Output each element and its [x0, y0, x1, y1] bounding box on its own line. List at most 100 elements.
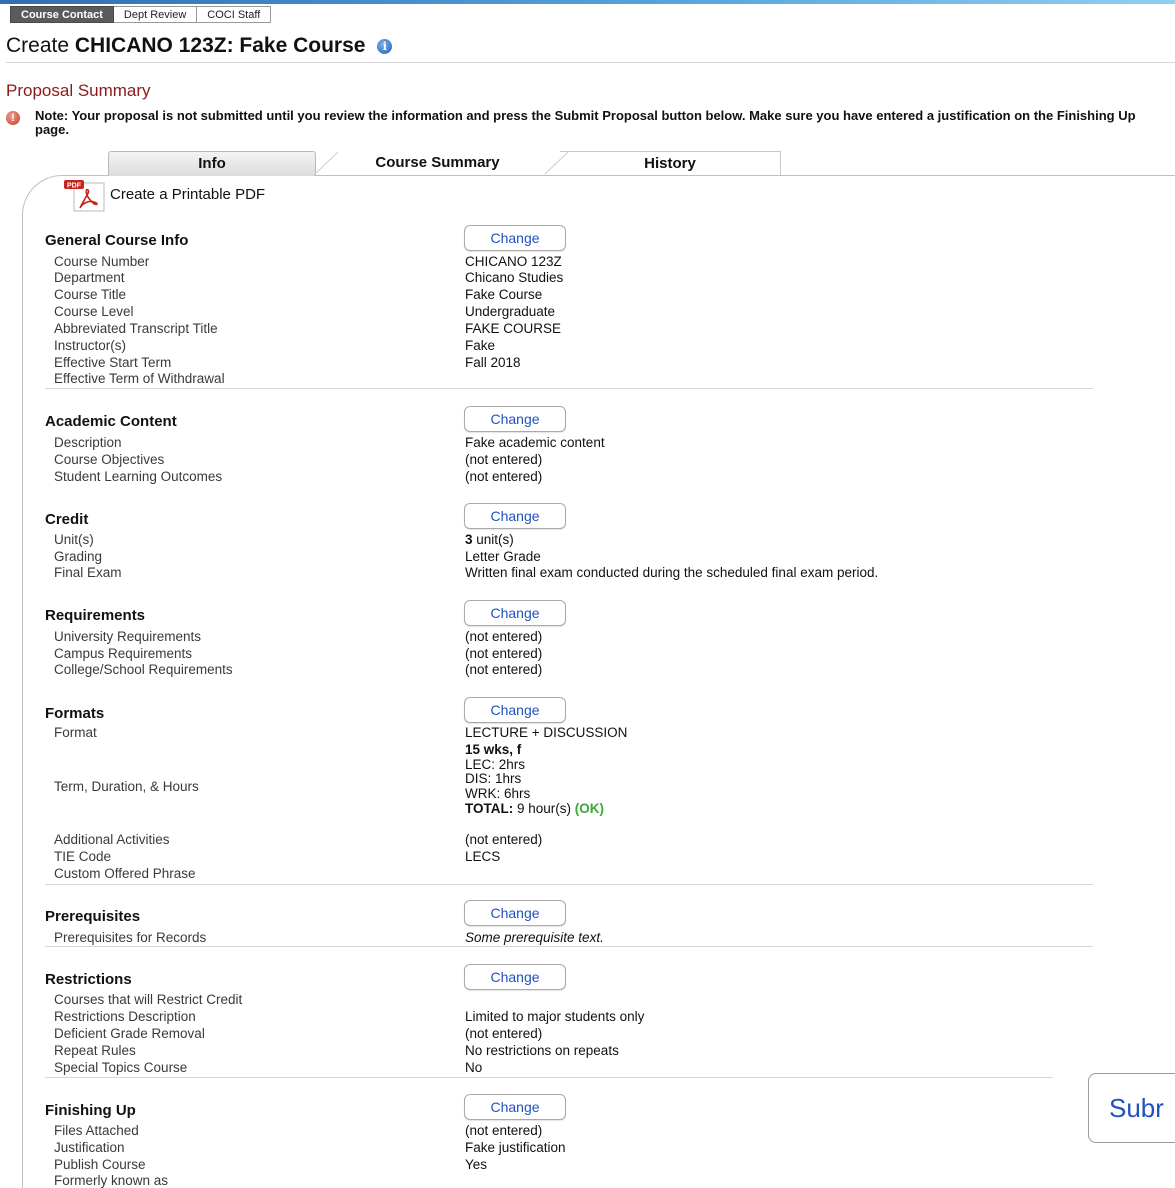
justification-value: Fake justification [465, 1140, 566, 1155]
role-tabs: Course Contact Dept Review COCI Staff [10, 6, 272, 23]
discussion-hours-value: DIS: 1hrs [465, 771, 522, 786]
repeat-rules-value: No restrictions on repeats [465, 1043, 619, 1058]
final-exam-value: Written final exam conducted during the … [465, 565, 879, 580]
tie-code-value: LECS [465, 849, 501, 864]
outcomes-value: (not entered) [465, 469, 543, 484]
section-divider [45, 884, 1093, 885]
college-req-value: (not entered) [465, 662, 543, 677]
field-label: Term, Duration, & Hours [54, 779, 199, 794]
field-label: Special Topics Course [54, 1060, 188, 1075]
change-finishing-button[interactable]: Change [464, 1094, 566, 1120]
total-hours-value: TOTAL: 9 hour(s) (OK) [465, 801, 605, 816]
academic-content-heading: Academic Content [45, 413, 177, 430]
requirements-heading: Requirements [45, 607, 146, 624]
work-hours-value: WRK: 6hrs [465, 786, 531, 801]
field-label: Campus Requirements [54, 646, 193, 661]
title-divider [6, 62, 1175, 63]
alert-circle-icon: ! [6, 111, 20, 125]
field-label: Student Learning Outcomes [54, 469, 223, 484]
change-restrictions-button[interactable]: Change [464, 964, 566, 990]
files-attached-value: (not entered) [465, 1123, 543, 1138]
prerequisites-heading: Prerequisites [45, 908, 141, 925]
field-label: TIE Code [54, 849, 112, 864]
restrictions-heading: Restrictions [45, 971, 132, 988]
section-divider [45, 1077, 1053, 1078]
change-requirements-button[interactable]: Change [464, 600, 566, 626]
field-label: College/School Requirements [54, 662, 233, 677]
change-academic-button[interactable]: Change [464, 406, 566, 432]
field-label: Course Level [54, 304, 134, 319]
change-credit-button[interactable]: Change [464, 503, 566, 529]
description-value: Fake academic content [465, 435, 605, 450]
field-label: Description [54, 435, 122, 450]
field-label: Repeat Rules [54, 1043, 136, 1058]
field-label: Publish Course [54, 1157, 146, 1172]
format-value: LECTURE + DISCUSSION [465, 725, 628, 740]
transcript-title-value: FAKE COURSE [465, 321, 562, 336]
top-accent-bar [0, 0, 1175, 4]
course-number-value: CHICANO 123Z [465, 254, 562, 269]
field-label: University Requirements [54, 629, 202, 644]
page-title-course: CHICANO 123Z: Fake Course [74, 34, 366, 57]
field-label: Abbreviated Transcript Title [54, 321, 218, 336]
instructor-value: Fake [465, 338, 496, 353]
info-circle-icon[interactable]: i [377, 39, 393, 54]
change-general-button[interactable]: Change [464, 225, 566, 251]
units-value: 3 unit(s) [465, 532, 514, 547]
lecture-hours-value: LEC: 2hrs [465, 757, 526, 772]
formats-heading: Formats [45, 705, 105, 722]
printable-pdf-link[interactable]: Create a Printable PDF [110, 186, 265, 203]
field-label: Final Exam [54, 565, 122, 580]
field-label: Custom Offered Phrase [54, 866, 196, 881]
svg-text:PDF: PDF [67, 183, 82, 190]
tab-history[interactable]: History [560, 151, 781, 176]
grade-removal-value: (not entered) [465, 1026, 543, 1041]
pdf-icon[interactable]: PDF [64, 180, 108, 212]
section-divider [45, 388, 1093, 389]
field-label: Files Attached [54, 1123, 139, 1138]
start-term-value: Fall 2018 [465, 355, 521, 370]
field-label: Instructor(s) [54, 338, 127, 353]
credit-heading: Credit [45, 511, 89, 528]
field-label: Department [54, 270, 125, 285]
section-divider [45, 946, 1093, 947]
page-title: Create CHICANO 123Z: Fake Course i [6, 34, 393, 58]
field-label: Grading [54, 549, 103, 564]
field-label: Courses that will Restrict Credit [54, 992, 243, 1007]
field-label: Restrictions Description [54, 1009, 196, 1024]
submission-note: Note: Your proposal is not submitted unt… [35, 108, 1136, 137]
publish-course-value: Yes [465, 1157, 488, 1172]
field-label: Justification [54, 1140, 125, 1155]
field-label: Course Number [54, 254, 150, 269]
campus-req-value: (not entered) [465, 646, 543, 661]
department-value: Chicano Studies [465, 270, 564, 285]
role-tab-coci-staff[interactable]: COCI Staff [197, 6, 272, 23]
field-label: Additional Activities [54, 832, 170, 847]
field-label: Course Title [54, 287, 127, 302]
field-label: Effective Start Term [54, 355, 172, 370]
special-topics-value: No [465, 1060, 483, 1075]
page-title-prefix: Create [6, 34, 70, 57]
tab-info[interactable]: Info [108, 151, 316, 176]
change-formats-button[interactable]: Change [464, 697, 566, 723]
change-prerequisites-button[interactable]: Change [464, 900, 566, 926]
field-label: Deficient Grade Removal [54, 1026, 205, 1041]
proposal-summary-heading: Proposal Summary [6, 81, 151, 100]
university-req-value: (not entered) [465, 629, 543, 644]
term-duration-value: 15 wks, f [465, 742, 522, 757]
role-tab-dept-review[interactable]: Dept Review [113, 6, 198, 23]
additional-activities-value: (not entered) [465, 832, 543, 847]
course-level-value: Undergraduate [465, 304, 556, 319]
grading-value: Letter Grade [465, 549, 541, 564]
field-label: Prerequisites for Records [54, 930, 207, 945]
general-course-info-heading: General Course Info [45, 232, 189, 249]
field-label: Course Objectives [54, 452, 165, 467]
field-label: Unit(s) [54, 532, 94, 547]
field-label: Formerly known as [54, 1173, 169, 1188]
role-tab-course-contact[interactable]: Course Contact [10, 6, 114, 23]
field-label: Format [54, 725, 97, 740]
restrictions-description-value: Limited to major students only [465, 1009, 645, 1024]
tab-course-summary[interactable]: Course Summary [325, 151, 550, 175]
course-title-value: Fake Course [465, 287, 543, 302]
submit-proposal-button[interactable]: Subr [1088, 1073, 1175, 1143]
